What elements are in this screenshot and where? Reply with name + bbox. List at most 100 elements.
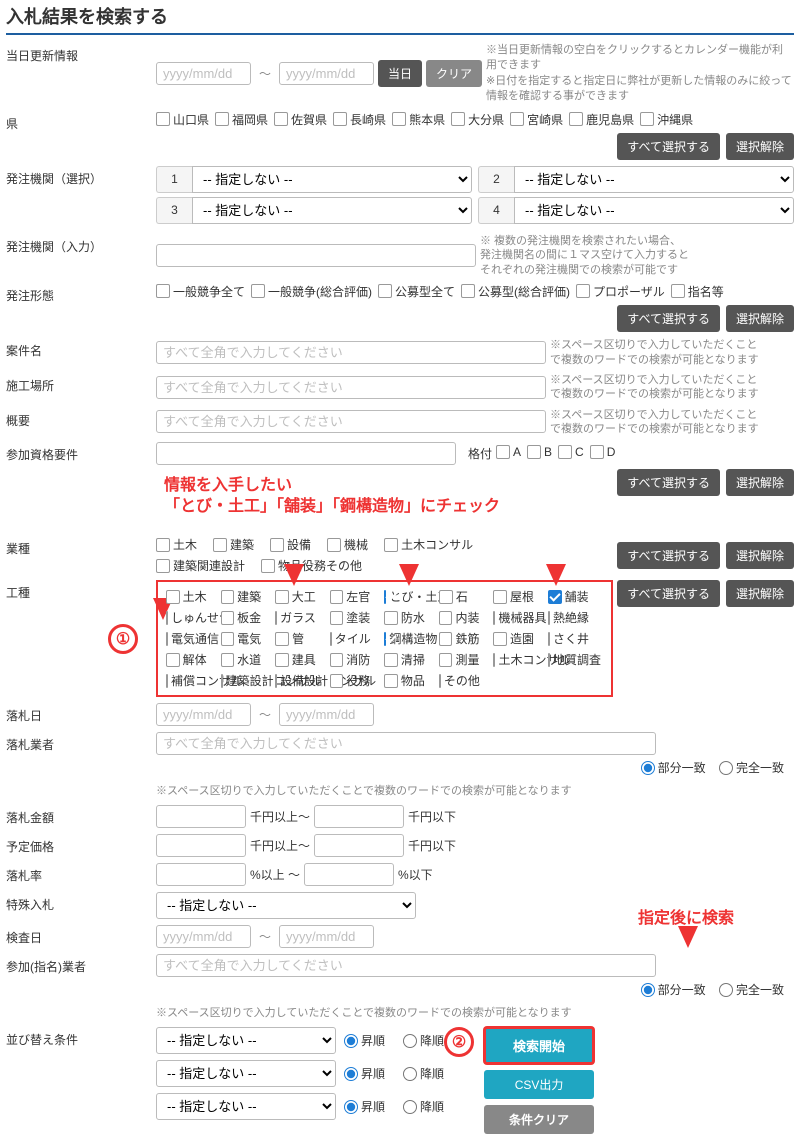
form-ck-4[interactable]: プロポーザル bbox=[576, 283, 665, 300]
work-ck-0[interactable]: 土木 bbox=[166, 588, 207, 605]
sort1-desc[interactable] bbox=[403, 1034, 417, 1048]
agency-input[interactable] bbox=[156, 244, 476, 267]
place-input[interactable] bbox=[156, 376, 546, 399]
nominee-partial[interactable] bbox=[641, 983, 655, 997]
award-date-to[interactable] bbox=[279, 703, 374, 726]
rank-ck-2[interactable]: C bbox=[558, 445, 584, 459]
work-ck-11[interactable]: 塗装 bbox=[330, 609, 371, 626]
form-ck-3[interactable]: 公募型(総合評価) bbox=[461, 283, 570, 300]
sort2-desc[interactable] bbox=[403, 1067, 417, 1081]
award-date-from[interactable] bbox=[156, 703, 251, 726]
form-ck-5[interactable]: 指名等 bbox=[671, 283, 724, 300]
sort3-asc[interactable] bbox=[344, 1100, 358, 1114]
ind-ck-5[interactable]: 建築関連設計 bbox=[156, 557, 245, 574]
work-ck-29[interactable]: 測量 bbox=[439, 651, 480, 668]
rank-ck-3[interactable]: D bbox=[590, 445, 616, 459]
work-ck-36[interactable]: 物品 bbox=[384, 672, 425, 689]
work-ck-6[interactable]: 屋根 bbox=[493, 588, 534, 605]
project-name-input[interactable] bbox=[156, 341, 546, 364]
work-ck-15[interactable]: 熱絶縁 bbox=[548, 609, 589, 626]
amount-from[interactable] bbox=[156, 805, 246, 828]
pref-select-all[interactable]: すべて選択する bbox=[617, 133, 720, 160]
agency-select-2[interactable]: -- 指定しない -- bbox=[514, 166, 794, 193]
pref-ck-4[interactable]: 熊本県 bbox=[392, 111, 445, 128]
summary-input[interactable] bbox=[156, 410, 546, 433]
work-ck-21[interactable]: 鉄筋 bbox=[439, 630, 480, 647]
form-ck-0[interactable]: 一般競争全て bbox=[156, 283, 245, 300]
update-date-to[interactable] bbox=[279, 62, 374, 85]
nominee-full[interactable] bbox=[719, 983, 733, 997]
work-ck-18[interactable]: 管 bbox=[275, 630, 316, 647]
work-ck-7[interactable]: 舗装 bbox=[548, 588, 589, 605]
work-ck-1[interactable]: 建築 bbox=[221, 588, 262, 605]
req-input[interactable] bbox=[156, 442, 456, 465]
ind-ck-1[interactable]: 建築 bbox=[213, 536, 254, 553]
csv-button[interactable]: CSV出力 bbox=[484, 1070, 594, 1099]
pref-ck-0[interactable]: 山口県 bbox=[156, 111, 209, 128]
work-clear[interactable]: 選択解除 bbox=[726, 580, 794, 607]
sort1-asc[interactable] bbox=[344, 1034, 358, 1048]
req-all[interactable]: すべて選択する bbox=[617, 469, 720, 496]
ind-ck-0[interactable]: 土木 bbox=[156, 536, 197, 553]
update-date-from[interactable] bbox=[156, 62, 251, 85]
work-ck-16[interactable]: 電気通信 bbox=[166, 630, 207, 647]
work-ck-2[interactable]: 大工 bbox=[275, 588, 316, 605]
amount-to[interactable] bbox=[314, 805, 404, 828]
work-all[interactable]: すべて選択する bbox=[617, 580, 720, 607]
pref-ck-8[interactable]: 沖縄県 bbox=[640, 111, 693, 128]
work-ck-35[interactable]: 役務 bbox=[330, 672, 371, 689]
work-ck-13[interactable]: 内装 bbox=[439, 609, 480, 626]
pref-ck-5[interactable]: 大分県 bbox=[451, 111, 504, 128]
work-ck-26[interactable]: 建具 bbox=[275, 651, 316, 668]
est-from[interactable] bbox=[156, 834, 246, 857]
form-clear[interactable]: 選択解除 bbox=[726, 305, 794, 332]
work-ck-19[interactable]: タイル bbox=[330, 630, 371, 647]
award-match-full[interactable] bbox=[719, 761, 733, 775]
work-ck-17[interactable]: 電気 bbox=[221, 630, 262, 647]
inspect-from[interactable] bbox=[156, 925, 251, 948]
pref-clear[interactable]: 選択解除 bbox=[726, 133, 794, 160]
inspect-to[interactable] bbox=[279, 925, 374, 948]
work-ck-34[interactable]: 設備設計コンサル bbox=[275, 672, 316, 689]
work-ck-24[interactable]: 解体 bbox=[166, 651, 207, 668]
form-all[interactable]: すべて選択する bbox=[617, 305, 720, 332]
ind-ck-3[interactable]: 機械 bbox=[327, 536, 368, 553]
agency-select-1[interactable]: -- 指定しない -- bbox=[192, 166, 472, 193]
pref-ck-6[interactable]: 宮崎県 bbox=[510, 111, 563, 128]
work-ck-22[interactable]: 造園 bbox=[493, 630, 534, 647]
nominee-input[interactable] bbox=[156, 954, 656, 977]
btn-today[interactable]: 当日 bbox=[378, 60, 422, 87]
work-ck-23[interactable]: さく井 bbox=[548, 630, 589, 647]
req-clear[interactable]: 選択解除 bbox=[726, 469, 794, 496]
ind-clear[interactable]: 選択解除 bbox=[726, 542, 794, 569]
search-button[interactable]: 検索開始 bbox=[484, 1027, 594, 1064]
work-ck-5[interactable]: 石 bbox=[439, 588, 480, 605]
ind-ck-2[interactable]: 設備 bbox=[270, 536, 311, 553]
work-ck-8[interactable]: しゅんせつ bbox=[166, 609, 207, 626]
work-ck-33[interactable]: 建築設計コンサル bbox=[221, 672, 262, 689]
btn-update-clear[interactable]: クリア bbox=[426, 60, 482, 87]
rank-ck-1[interactable]: B bbox=[527, 445, 552, 459]
award-company-input[interactable] bbox=[156, 732, 656, 755]
work-ck-31[interactable]: 地質調査 bbox=[548, 651, 589, 668]
award-match-partial[interactable] bbox=[641, 761, 655, 775]
work-ck-9[interactable]: 板金 bbox=[221, 609, 262, 626]
ind-ck-4[interactable]: 土木コンサル bbox=[384, 536, 473, 553]
work-ck-32[interactable]: 補償コンサル bbox=[166, 672, 207, 689]
ind-ck-6[interactable]: 物品役務その他 bbox=[261, 557, 362, 574]
sort-select-3[interactable]: -- 指定しない -- bbox=[156, 1093, 336, 1120]
work-ck-30[interactable]: 土木コンサル bbox=[493, 651, 534, 668]
rate-to[interactable] bbox=[304, 863, 394, 886]
rank-ck-0[interactable]: A bbox=[496, 445, 521, 459]
sort2-asc[interactable] bbox=[344, 1067, 358, 1081]
sort-select-2[interactable]: -- 指定しない -- bbox=[156, 1060, 336, 1087]
work-ck-3[interactable]: 左官 bbox=[330, 588, 371, 605]
work-ck-4[interactable]: とび・土工 bbox=[384, 588, 425, 605]
work-ck-20[interactable]: 鋼構造物 bbox=[384, 630, 425, 647]
sort3-desc[interactable] bbox=[403, 1100, 417, 1114]
special-select[interactable]: -- 指定しない -- bbox=[156, 892, 416, 919]
work-ck-28[interactable]: 清掃 bbox=[384, 651, 425, 668]
work-ck-37[interactable]: その他 bbox=[439, 672, 480, 689]
agency-select-3[interactable]: -- 指定しない -- bbox=[192, 197, 472, 224]
ind-all[interactable]: すべて選択する bbox=[617, 542, 720, 569]
